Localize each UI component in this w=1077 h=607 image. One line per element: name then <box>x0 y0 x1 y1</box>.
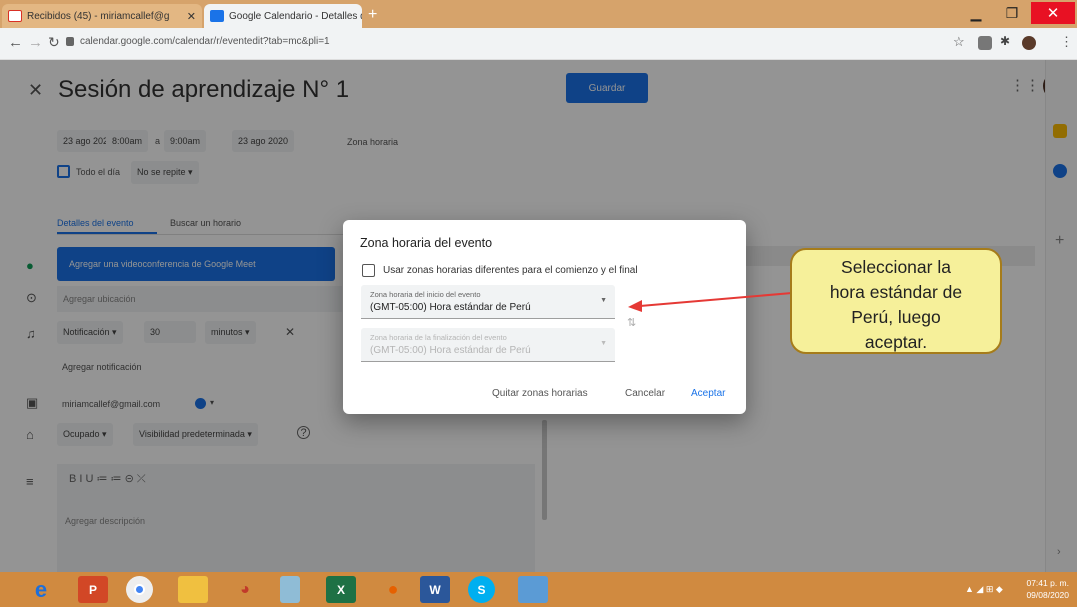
gmail-icon <box>8 10 22 22</box>
chrome-icon[interactable] <box>126 576 153 603</box>
callout-line: Seleccionar la <box>841 257 951 277</box>
star-icon[interactable]: ☆ <box>953 34 965 50</box>
new-tab-button[interactable]: + <box>368 6 377 24</box>
back-icon[interactable]: ← <box>8 34 23 51</box>
excel-icon[interactable]: X <box>326 576 356 603</box>
checkbox-label: Usar zonas horarias diferentes para el c… <box>383 265 638 276</box>
remove-timezones-button[interactable]: Quitar zonas horarias <box>492 388 588 399</box>
calendar-icon <box>210 10 224 22</box>
maximize-button[interactable]: ❐ <box>994 2 1030 24</box>
taskbar: e P ◕ X ● W S ▲ ◢ ⊞ ◆ 07:41 p. m. 09/08/… <box>0 572 1077 607</box>
callout-line: aceptar. <box>864 332 928 352</box>
reload-icon[interactable]: ↻ <box>48 34 60 51</box>
powerpoint-icon[interactable]: P <box>78 576 108 603</box>
menu-icon[interactable]: ⋮ <box>1060 34 1073 50</box>
callout-line: hora estándar de <box>829 282 963 302</box>
system-tray-icons[interactable]: ▲ ◢ ⊞ ◆ <box>965 584 1003 595</box>
word-icon[interactable]: W <box>420 576 450 603</box>
tab-calendar[interactable]: Google Calendario - Detalles del ✕ <box>204 4 362 28</box>
start-timezone-value: (GMT-05:00) Hora estándar de Perú <box>370 302 531 313</box>
remote-desktop-icon[interactable] <box>518 576 548 603</box>
folder-icon[interactable] <box>178 576 208 603</box>
start-timezone-select[interactable]: Zona horaria del inicio del evento (GMT-… <box>361 285 615 319</box>
puzzle-icon[interactable]: ✱ <box>1000 34 1014 48</box>
extension-icon[interactable] <box>978 36 992 50</box>
minimize-button[interactable]: ▁ <box>958 2 994 24</box>
ie-icon[interactable]: e <box>26 576 56 603</box>
firefox-icon[interactable]: ● <box>378 576 408 603</box>
instruction-callout: Seleccionar la hora estándar de Perú, lu… <box>790 248 1002 354</box>
end-timezone-value: (GMT-05:00) Hora estándar de Perú <box>370 345 531 356</box>
chevron-down-icon: ▼ <box>600 340 607 347</box>
clock-time: 07:41 p. m. <box>1026 578 1069 588</box>
callout-line: Perú, luego <box>851 307 941 327</box>
close-tab-icon[interactable]: ✕ <box>187 10 196 23</box>
swap-icon[interactable]: ⇅ <box>627 316 636 329</box>
tab-title: Recibidos (45) - miriamcallef@g <box>27 10 170 22</box>
tab-gmail[interactable]: Recibidos (45) - miriamcallef@g ✕ <box>2 4 202 28</box>
start-timezone-label: Zona horaria del inicio del evento <box>370 290 481 299</box>
forward-icon[interactable]: → <box>28 34 43 51</box>
tab-title: Google Calendario - Detalles del <box>229 10 362 22</box>
dialog-title: Zona horaria del evento <box>360 236 493 250</box>
cancel-button[interactable]: Cancelar <box>625 388 665 399</box>
skype-icon[interactable]: S <box>468 576 495 603</box>
url-field[interactable]: calendar.google.com/calendar/r/eventedit… <box>80 36 330 47</box>
lock-icon <box>66 37 74 46</box>
notepad-icon[interactable] <box>280 576 300 603</box>
end-timezone-label: Zona horaria de la finalización del even… <box>370 333 507 342</box>
address-bar: ← → ↻ calendar.google.com/calendar/r/eve… <box>0 28 1077 60</box>
avatar[interactable] <box>1022 36 1036 50</box>
close-window-button[interactable]: ✕ <box>1031 2 1075 24</box>
accept-button[interactable]: Aceptar <box>691 388 725 399</box>
clock-date: 09/08/2020 <box>1026 590 1069 600</box>
different-timezones-checkbox[interactable] <box>362 264 375 277</box>
chevron-down-icon: ▼ <box>600 297 607 304</box>
end-timezone-select[interactable]: Zona horaria de la finalización del even… <box>361 328 615 362</box>
browser-tab-bar: Recibidos (45) - miriamcallef@g ✕ Google… <box>0 0 1077 28</box>
taskbar-clock[interactable]: 07:41 p. m. 09/08/2020 <box>1026 577 1069 601</box>
timezone-dialog: Zona horaria del evento Usar zonas horar… <box>343 220 746 414</box>
paint-icon[interactable]: ◕ <box>230 576 260 603</box>
